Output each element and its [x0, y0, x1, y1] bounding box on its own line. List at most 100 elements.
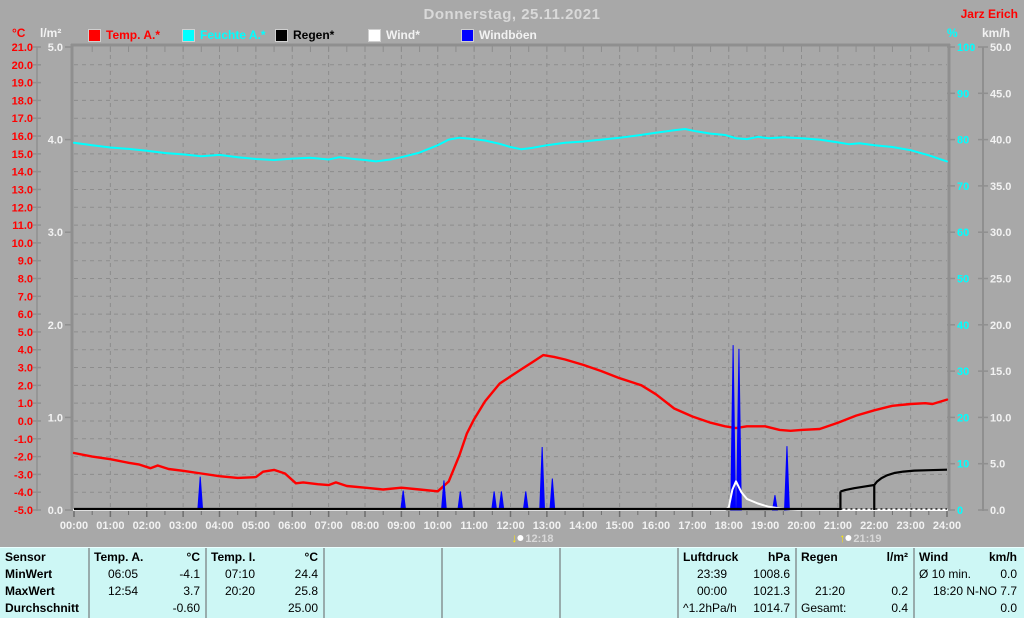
table-cell-value: -0.60 [172, 601, 200, 615]
svg-text:50.0: 50.0 [990, 42, 1011, 54]
table-cell [797, 566, 815, 583]
table-cell-value: 1014.7 [753, 601, 790, 615]
svg-text:14:00: 14:00 [569, 520, 597, 532]
column-header: Wind [919, 550, 949, 564]
svg-text:10.0: 10.0 [990, 412, 1011, 424]
column-header [443, 548, 447, 566]
table-cell [325, 583, 343, 600]
table-row-label: MinWert [5, 567, 53, 581]
svg-text:8.0: 8.0 [18, 274, 33, 286]
table-cell: ^1.2hPa/h [683, 601, 737, 615]
table-column-Regen: Regen l/m² 21:20 0.2 Gesamt: 0.4 [795, 548, 913, 618]
table-cell [325, 566, 343, 583]
column-header: Luftdruck [683, 550, 739, 564]
column-unit: hPa [767, 550, 790, 564]
table-cell: 21:20 [815, 584, 846, 598]
table-column-Temp. I.: Temp. I. °C 07:10 24.4 20:20 25.8 25.00 [205, 548, 323, 618]
y-axis-humidity: 1009080706050403020100 [947, 42, 975, 517]
table-row-label: Sensor [5, 550, 46, 564]
svg-text:07:00: 07:00 [315, 520, 343, 532]
table-column-spacer [441, 548, 559, 618]
svg-text:12.0: 12.0 [12, 202, 33, 214]
table-cell [443, 583, 461, 600]
svg-text:24:00: 24:00 [933, 520, 961, 532]
column-unit: °C [304, 550, 318, 564]
svg-text:70: 70 [957, 181, 969, 193]
series-windboeen [197, 345, 790, 511]
stats-table: Sensor MinWert MaxWert Durchschnitt Temp. A.… [0, 547, 1024, 618]
svg-text:11:00: 11:00 [460, 520, 488, 532]
svg-text:0.0: 0.0 [990, 505, 1005, 517]
svg-text:09:00: 09:00 [387, 520, 415, 532]
svg-text:17:00: 17:00 [678, 520, 706, 532]
table-cell: Gesamt: [801, 601, 847, 615]
svg-text:21.0: 21.0 [12, 42, 33, 54]
svg-text:1.0: 1.0 [48, 412, 63, 424]
svg-text:13.0: 13.0 [12, 184, 33, 196]
svg-text:17.0: 17.0 [12, 113, 33, 125]
svg-text:↓: ↓ [511, 531, 517, 545]
svg-text:7.0: 7.0 [18, 291, 33, 303]
svg-text:25.0: 25.0 [990, 274, 1011, 286]
svg-text:5.0: 5.0 [18, 327, 33, 339]
svg-text:23:00: 23:00 [897, 520, 925, 532]
svg-text:15.0: 15.0 [990, 366, 1011, 378]
svg-text:11.0: 11.0 [12, 220, 33, 232]
svg-text:40: 40 [957, 320, 969, 332]
svg-text:04:00: 04:00 [205, 520, 233, 532]
svg-text:2.0: 2.0 [18, 380, 33, 392]
svg-text:↑: ↑ [839, 531, 845, 545]
column-unit: km/h [988, 550, 1017, 564]
table-cell-value: N-NO 7.7 [966, 584, 1017, 598]
svg-text:18.0: 18.0 [12, 95, 33, 107]
grid [74, 46, 947, 510]
svg-text:4.0: 4.0 [48, 135, 63, 147]
table-column-spacer [559, 548, 677, 618]
svg-text:30.0: 30.0 [990, 227, 1011, 239]
svg-text:1.0: 1.0 [18, 398, 33, 410]
svg-text:60: 60 [957, 227, 969, 239]
table-column-Temp. A.: Temp. A. °C 06:05 -4.1 12:54 3.7 -0.60 [88, 548, 205, 618]
table-cell: 06:05 [108, 567, 139, 581]
svg-text:20: 20 [957, 412, 969, 424]
svg-text:22:00: 22:00 [860, 520, 888, 532]
svg-text:0.0: 0.0 [48, 505, 63, 517]
svg-text:00:00: 00:00 [60, 520, 88, 532]
table-cell-value: 1008.6 [753, 567, 790, 581]
table-cell: Ø 10 min. [919, 567, 972, 581]
table-cell-value: 25.8 [294, 584, 318, 598]
table-column-Luftdruck: Luftdruck hPa 23:39 1008.6 00:00 1021.3 ^1.2hP… [677, 548, 795, 618]
svg-text:20:00: 20:00 [787, 520, 815, 532]
svg-text:4.0: 4.0 [18, 345, 33, 357]
table-cell [561, 566, 579, 583]
weather-chart: 21.0 20.0 19.0 18.0 17.0 16.0 15.0 14.0 13.0 12.0… [12, 42, 1012, 545]
table-cell [325, 600, 343, 617]
svg-text:5.0: 5.0 [48, 42, 63, 54]
svg-text:-1.0: -1.0 [14, 434, 33, 446]
column-unit: °C [186, 550, 200, 564]
svg-text:40.0: 40.0 [990, 135, 1011, 147]
table-cell-value: 24.4 [294, 567, 318, 581]
svg-text:12:18: 12:18 [525, 533, 553, 545]
table-cell: 18:20 [933, 584, 964, 598]
column-header: Temp. A. [94, 550, 144, 564]
svg-text:21:19: 21:19 [853, 533, 881, 545]
svg-text:3.0: 3.0 [48, 227, 63, 239]
weather-app-window: Donnerstag, 25.11.2021 Jarz Erich °C l/m… [0, 0, 1024, 618]
svg-text:02:00: 02:00 [133, 520, 161, 532]
svg-text:14.0: 14.0 [12, 167, 33, 179]
table-cell-value: 3.7 [183, 584, 200, 598]
table-column-spacer [323, 548, 441, 618]
svg-text:19.0: 19.0 [12, 78, 33, 90]
column-header [325, 548, 329, 566]
svg-text:0: 0 [957, 505, 963, 517]
svg-text:10: 10 [957, 459, 969, 471]
svg-text:100: 100 [957, 42, 975, 54]
svg-text:03:00: 03:00 [169, 520, 197, 532]
column-header: Temp. I. [211, 550, 256, 564]
svg-text:10:00: 10:00 [424, 520, 452, 532]
table-cell-value: 0.0 [1000, 601, 1017, 615]
svg-text:13:00: 13:00 [533, 520, 561, 532]
svg-text:06:00: 06:00 [278, 520, 306, 532]
table-cell-value: 1021.3 [753, 584, 790, 598]
